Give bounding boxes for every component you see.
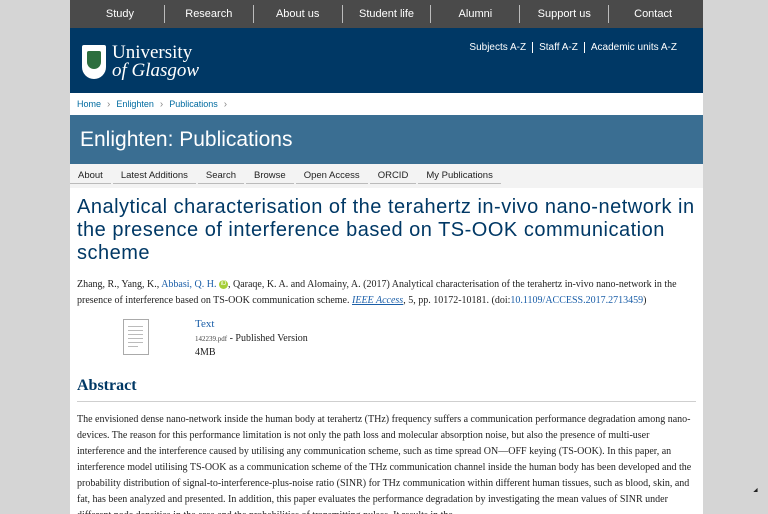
breadcrumb-home[interactable]: Home [77, 99, 101, 109]
nav-study[interactable]: Study [76, 5, 164, 23]
breadcrumb-publications[interactable]: Publications [169, 99, 218, 109]
page-title: Analytical characterisation of the terah… [77, 196, 695, 264]
crest-icon [82, 45, 106, 79]
breadcrumb: Home › Enlighten › Publications › [70, 93, 703, 115]
repository-menu: About Latest Additions Search Browse Ope… [70, 164, 703, 188]
orcid-icon[interactable]: iD [218, 280, 228, 290]
menu-orcid[interactable]: ORCID [369, 169, 417, 184]
banner-title: Enlighten: Publications [80, 127, 293, 151]
chevron-right-icon: › [107, 98, 111, 110]
header-links: Subjects A-Z Staff A-Z Academic units A-… [463, 42, 683, 53]
main-content: Analytical characterisation of the terah… [70, 188, 703, 514]
file-size: 4MB [195, 347, 216, 358]
top-navigation: Study Research About us Student life Alu… [70, 0, 703, 28]
nav-student-life[interactable]: Student life [341, 5, 431, 23]
pdf-document-icon[interactable] [123, 319, 149, 355]
abstract-text: The envisioned dense nano-network inside… [77, 414, 692, 514]
menu-search[interactable]: Search [197, 169, 245, 184]
file-attachment: Text 142239.pdf - Published Version 4MB [77, 317, 696, 367]
subjects-az-link[interactable]: Subjects A-Z [463, 42, 532, 53]
file-info: Text 142239.pdf - Published Version 4MB [195, 317, 308, 360]
nav-alumni[interactable]: Alumni [430, 5, 519, 23]
menu-my-publications[interactable]: My Publications [418, 169, 501, 184]
file-name: 142239.pdf [195, 335, 228, 343]
nav-contact[interactable]: Contact [608, 5, 697, 23]
nav-support-us[interactable]: Support us [519, 5, 608, 23]
abstract-heading: Abstract [77, 377, 696, 402]
site-header: University of Glasgow Subjects A-Z Staff… [70, 28, 703, 93]
author-link[interactable]: Abbasi, Q. H. [161, 279, 216, 290]
academic-units-az-link[interactable]: Academic units A-Z [583, 42, 683, 53]
nav-about-us[interactable]: About us [252, 5, 342, 23]
doi-link[interactable]: 10.1109/ACCESS.2017.2713459 [510, 295, 643, 306]
chevron-right-icon: › [159, 98, 164, 110]
menu-open-access[interactable]: Open Access [295, 169, 368, 184]
menu-about[interactable]: About [70, 169, 111, 184]
logo-wordmark: University of Glasgow [112, 42, 200, 81]
site-banner: Enlighten: Publications [70, 115, 703, 164]
staff-az-link[interactable]: Staff A-Z [532, 42, 584, 53]
page: Study Research About us Student life Alu… [70, 0, 703, 514]
file-type-link[interactable]: Text [195, 318, 214, 330]
citation: Zhang, R., Yang, K., Abbasi, Q. H. iD, Q… [77, 279, 677, 306]
journal-link[interactable]: IEEE Access [352, 295, 403, 306]
menu-browse[interactable]: Browse [246, 169, 294, 184]
chevron-right-icon: › [223, 98, 228, 110]
menu-latest-additions[interactable]: Latest Additions [112, 169, 196, 184]
nav-research[interactable]: Research [163, 5, 253, 23]
university-logo[interactable]: University of Glasgow [82, 42, 200, 81]
file-version: - Published Version [227, 333, 308, 344]
breadcrumb-enlighten[interactable]: Enlighten [116, 99, 154, 109]
mouse-cursor-icon [753, 487, 760, 495]
